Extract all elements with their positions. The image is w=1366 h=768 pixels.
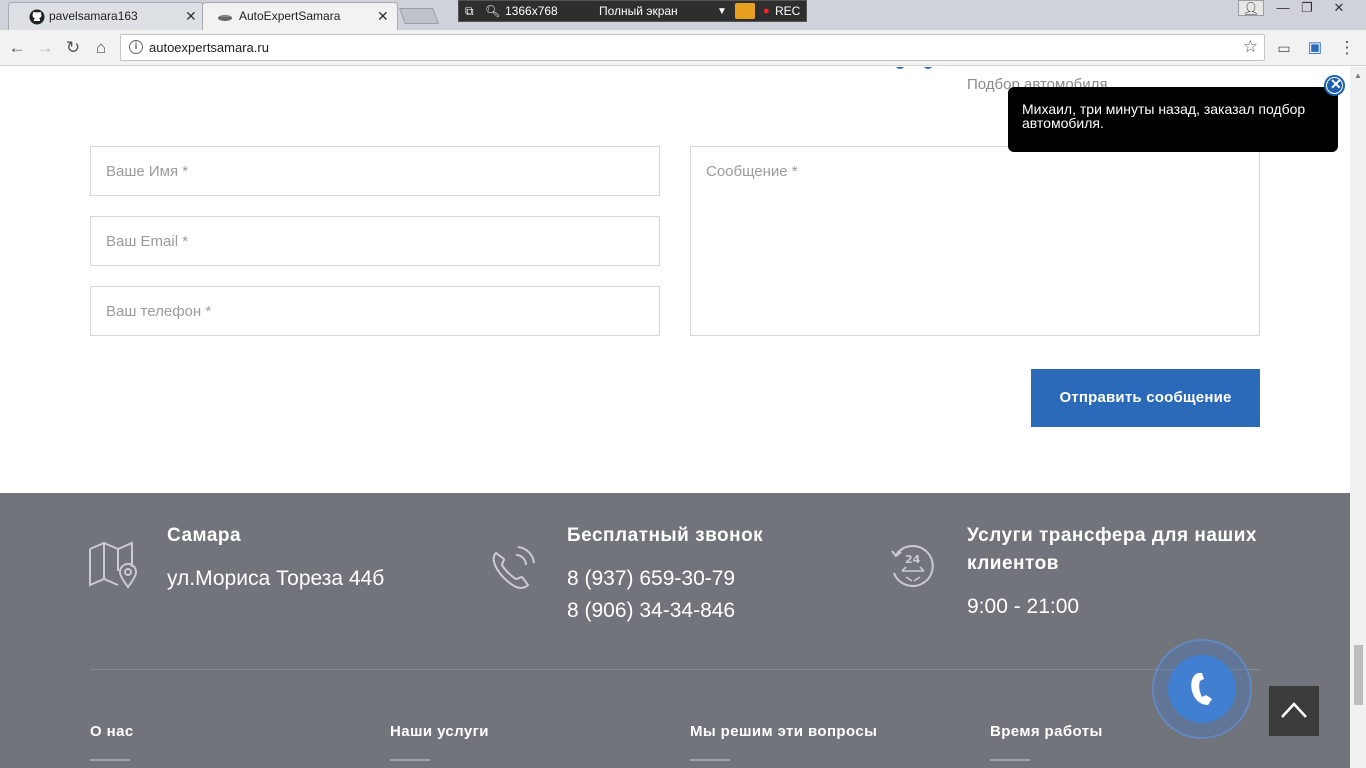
footer-col-underline <box>690 759 730 761</box>
footer-col-services: Наши услуги <box>390 723 489 740</box>
github-icon <box>29 9 45 25</box>
contact-transfer-title: Услуги трансфера для наших клиентов <box>967 525 1257 574</box>
recorder-mode[interactable]: Полный экран <box>599 4 678 18</box>
toast-close-button[interactable]: ✕ <box>1324 75 1345 96</box>
window-close-button[interactable]: ✕ <box>1326 0 1352 18</box>
new-tab-button[interactable] <box>399 8 439 24</box>
phone-ringing-icon <box>492 546 535 589</box>
footer-col-hours: Время работы <box>990 723 1103 740</box>
phone-placeholder: Ваш телефон * <box>106 303 212 320</box>
phone-handset-icon <box>1191 673 1212 705</box>
home-icon[interactable]: ⌂ <box>90 37 112 59</box>
menu-icon[interactable]: ⋮ <box>1336 37 1358 59</box>
scroll-up-arrow-icon[interactable]: ▲ <box>1354 71 1362 80</box>
message-placeholder: Сообщение * <box>706 163 798 180</box>
star-icon[interactable]: ☆ <box>1243 37 1258 57</box>
address-bar[interactable]: i autoexpertsamara.ru ☆ <box>120 34 1265 61</box>
tab-pavelsamara163[interactable]: pavelsamara163 ✕ <box>8 2 204 30</box>
contact-phone-title: Бесплатный звонок <box>567 525 764 546</box>
contact-phone-2[interactable]: 8 (906) 34-34-846 <box>567 595 735 627</box>
contact-city-title: Самара <box>167 525 242 546</box>
submit-message-button[interactable]: Отправить сообщение <box>1031 369 1260 427</box>
record-dot-icon: ● <box>763 5 770 17</box>
name-placeholder: Ваше Имя * <box>106 163 189 180</box>
back-to-top-button[interactable] <box>1269 686 1319 736</box>
clock-24-icon: 24 <box>891 545 934 587</box>
chevron-down-icon[interactable]: ▼ <box>717 6 727 17</box>
back-arrow-icon[interactable]: ← <box>6 37 28 59</box>
site-footer: Самара ул.Мориса Тореза 44б Бесплатный з… <box>0 493 1350 768</box>
scrollbar-thumb[interactable] <box>1354 645 1363 705</box>
close-icon: ✕ <box>1330 76 1342 92</box>
footer-col-underline <box>390 759 430 761</box>
footer-col-questions: Мы решим эти вопросы <box>690 723 878 740</box>
info-icon[interactable]: i <box>129 40 143 54</box>
forward-arrow-icon[interactable]: → <box>34 37 56 59</box>
url-text[interactable]: autoexpertsamara.ru <box>149 40 269 55</box>
email-field[interactable]: Ваш Email * <box>90 216 660 266</box>
tab-close-icon[interactable]: ✕ <box>377 8 389 24</box>
message-textarea[interactable]: Сообщение * <box>690 146 1260 336</box>
svg-text:24: 24 <box>905 553 921 566</box>
reload-icon[interactable]: ↻ <box>62 37 84 59</box>
tab-autoexpertsamara[interactable]: AutoExpertSamara ✕ <box>202 2 398 30</box>
callback-button-core <box>1168 655 1236 723</box>
window-capture-icon[interactable]: ⧉ <box>465 4 474 19</box>
contact-address: ул.Мориса Тореза 44б <box>167 567 385 590</box>
tab-title: pavelsamara163 <box>49 9 138 23</box>
extension-icon[interactable]: ▣ <box>1304 37 1326 59</box>
footer-col-underline <box>990 759 1030 761</box>
car-favicon-icon <box>218 14 232 21</box>
tab-title: AutoExpertSamara <box>239 9 341 23</box>
car-icon <box>896 67 932 69</box>
extension-cast-icon[interactable]: ▭ <box>1273 37 1295 59</box>
callback-widget-button[interactable] <box>1152 639 1252 739</box>
notification-text: Михаил, три минуты назад, заказал подбор… <box>1022 101 1306 131</box>
chevron-up-icon <box>1281 702 1307 718</box>
camera-icon[interactable] <box>735 3 755 19</box>
profile-icon[interactable]: 👤︎ <box>1238 0 1264 16</box>
recorder-resolution: 1366x768 <box>505 4 558 18</box>
page-scrollbar[interactable]: ▲ <box>1350 67 1366 768</box>
minimize-button[interactable]: — <box>1270 0 1296 18</box>
browser-toolbar: ← → ↻ ⌂ i autoexpertsamara.ru ☆ ▭ ▣ ⋮ <box>0 30 1366 66</box>
browser-tab-strip: pavelsamara163 ✕ AutoExpertSamara ✕ ⧉ 🔍︎… <box>0 0 1366 30</box>
order-notification-toast: Михаил, три минуты назад, заказал подбор… <box>1008 87 1338 152</box>
phone-field[interactable]: Ваш телефон * <box>90 286 660 336</box>
restore-button[interactable]: ❐ <box>1294 0 1320 18</box>
tab-close-icon[interactable]: ✕ <box>185 8 197 24</box>
web-page: Подбор автомобиля Ваше Имя * Ваш Email *… <box>0 67 1350 768</box>
map-pin-icon <box>89 541 138 589</box>
zoom-icon[interactable]: 🔍︎ <box>485 4 500 18</box>
rec-button[interactable]: REC <box>775 4 800 18</box>
footer-col-underline <box>90 759 130 761</box>
contact-phone-1[interactable]: 8 (937) 659-30-79 <box>567 563 735 595</box>
name-field[interactable]: Ваше Имя * <box>90 146 660 196</box>
screen-recorder-bar: ⧉ 🔍︎ 1366x768 Полный экран ▼ ● REC <box>458 0 807 22</box>
contact-hours: 9:00 - 21:00 <box>967 595 1080 618</box>
footer-col-about: О нас <box>90 723 134 740</box>
footer-divider <box>90 669 1260 670</box>
email-placeholder: Ваш Email * <box>106 233 189 250</box>
